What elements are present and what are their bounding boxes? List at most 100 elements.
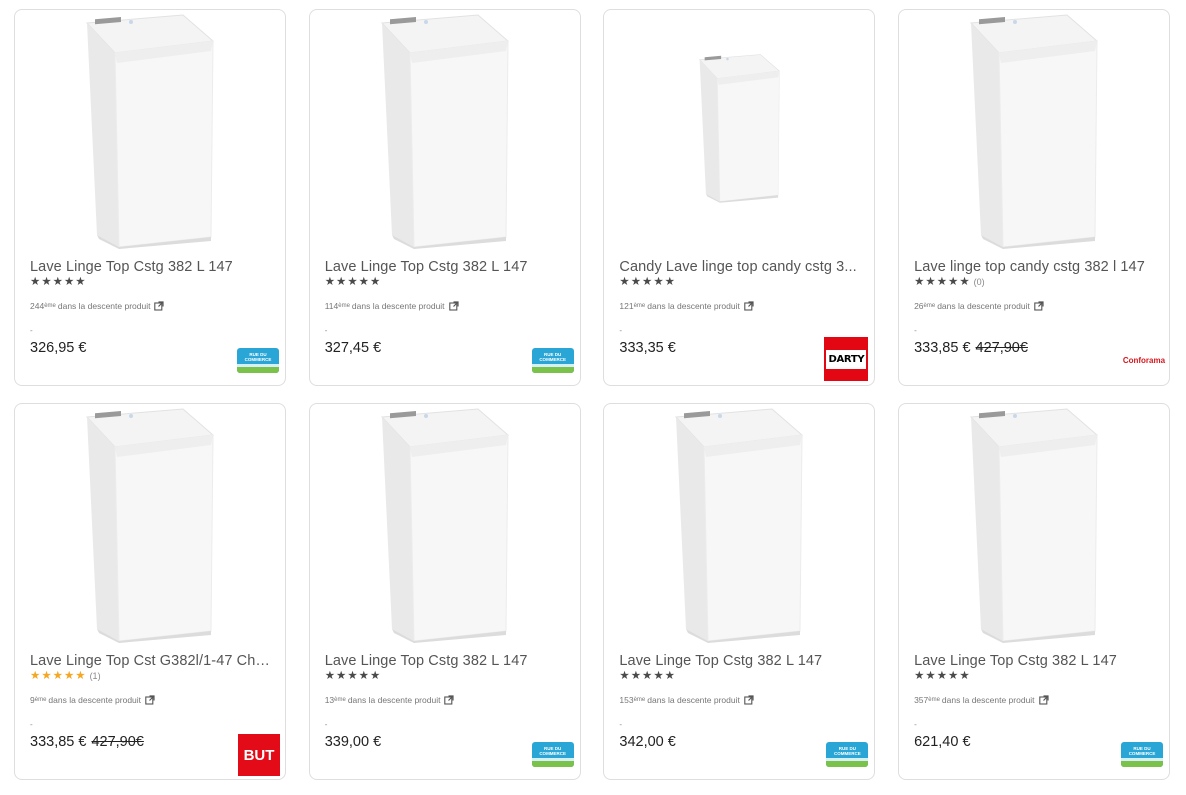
star-icon: ★ xyxy=(336,276,347,288)
product-title[interactable]: Lave Linge Top Cstg 382 L 147 xyxy=(325,259,570,275)
star-icon: ★ xyxy=(52,670,63,682)
external-link-icon[interactable] xyxy=(444,695,455,705)
rank-suffix: ème xyxy=(923,303,936,309)
product-title[interactable]: Lave Linge Top Cstg 382 L 147 xyxy=(914,653,1159,669)
price-row: 327,45 € xyxy=(325,340,381,356)
star-icon: ★ xyxy=(619,670,630,682)
rating-stars: ★ ★ ★ ★ ★ xyxy=(914,670,970,682)
star-icon: ★ xyxy=(63,670,75,682)
rank-number: 114 xyxy=(324,301,339,311)
product-rank[interactable]: 9 ème dans la descente produit xyxy=(30,695,155,705)
rating-stars: ★ ★ ★ ★ ★ xyxy=(619,670,675,682)
product-card[interactable]: Lave Linge Top Cstg 382 L 147 ★ ★ ★ ★ ★ 13 èm… xyxy=(308,403,581,780)
star-icon: ★ xyxy=(369,276,381,288)
product-image[interactable] xyxy=(15,404,285,649)
product-rank[interactable]: 114 ème dans la descente produit xyxy=(325,301,459,311)
product-price: 339,00 € xyxy=(324,734,382,750)
merchant-logo-but[interactable]: BUT xyxy=(238,734,280,776)
external-link-icon[interactable] xyxy=(154,301,165,311)
product-image[interactable] xyxy=(899,10,1169,255)
product-card[interactable]: Lave Linge Top Cst G382l/1-47 Cha... ★ ★ ★… xyxy=(14,403,286,780)
star-icon: ★ xyxy=(959,670,970,682)
star-icon: ★ xyxy=(653,276,664,288)
product-card[interactable]: Lave Linge Top Cstg 382 L 147 ★ ★ ★ ★ ★ 153 è… xyxy=(603,403,876,780)
product-image[interactable] xyxy=(15,10,285,255)
merchant-logo-rue-du-commerce[interactable]: RUE DU COMMERCE xyxy=(826,742,869,767)
star-icon: ★ xyxy=(30,276,41,288)
star-icon: ★ xyxy=(41,670,52,682)
washing-machine-image xyxy=(970,408,1098,643)
old-price: 427,90€ xyxy=(91,734,144,750)
product-title[interactable]: Candy Lave linge top candy cstg 3... xyxy=(619,259,864,275)
star-icon: ★ xyxy=(925,276,936,288)
star-icon: ★ xyxy=(63,276,75,288)
product-card[interactable]: Candy Lave linge top candy cstg 3... ★ ★ ★… xyxy=(603,9,876,386)
product-title[interactable]: Lave Linge Top Cst G382l/1-47 Cha... xyxy=(30,653,275,669)
separator-dash: - xyxy=(30,326,33,335)
rank-suffix: ème xyxy=(338,303,350,309)
product-title[interactable]: Lave linge top candy cstg 382 l 147 xyxy=(914,259,1159,275)
merchant-logo-rue-du-commerce[interactable]: RUE DU COMMERCE xyxy=(531,348,574,373)
product-rank[interactable]: 357 ème dans la descente produit xyxy=(914,695,1049,705)
price-row: 326,95 € xyxy=(30,340,86,356)
external-link-icon[interactable] xyxy=(1038,695,1049,705)
star-icon: ★ xyxy=(347,276,358,288)
product-image[interactable] xyxy=(310,10,580,255)
washing-machine-image xyxy=(86,408,214,643)
product-price: 333,35 € xyxy=(619,340,676,356)
price-row: 621,40 € xyxy=(914,734,970,750)
product-price: 342,00 € xyxy=(619,734,676,750)
old-price: 427,90€ xyxy=(975,340,1028,356)
product-image[interactable] xyxy=(310,404,580,649)
separator-dash: - xyxy=(914,720,917,729)
external-link-icon[interactable] xyxy=(145,695,155,705)
product-title[interactable]: Lave Linge Top Cstg 382 L 147 xyxy=(325,653,570,669)
product-image[interactable] xyxy=(604,10,874,255)
price-row: 333,85 € 427,90€ xyxy=(30,734,144,750)
washing-machine-image xyxy=(381,408,509,643)
separator-dash: - xyxy=(619,720,623,729)
product-card[interactable]: Lave Linge Top Cstg 382 L 147 ★ ★ ★ ★ ★ 114 è… xyxy=(308,9,581,386)
merchant-logo-rue-du-commerce[interactable]: RUE DU COMMERCE xyxy=(1121,742,1164,767)
separator-dash: - xyxy=(324,326,328,335)
star-icon: ★ xyxy=(347,670,358,682)
product-image[interactable] xyxy=(604,404,874,649)
product-rank[interactable]: 153 ème dans la descente produit xyxy=(619,695,754,705)
product-title[interactable]: Lave Linge Top Cstg 382 L 147 xyxy=(619,653,864,669)
merchant-name: DARTY xyxy=(826,349,867,369)
product-card[interactable]: Lave Linge Top Cstg 382 L 147 ★ ★ ★ ★ ★ 244 è… xyxy=(14,9,286,386)
rank-number: 357 xyxy=(914,695,929,705)
external-link-icon[interactable] xyxy=(448,301,459,311)
star-icon: ★ xyxy=(619,276,630,288)
product-grid: Lave Linge Top Cstg 382 L 147 ★ ★ ★ ★ ★ 244 è… xyxy=(14,9,1171,780)
product-price: 621,40 € xyxy=(914,734,971,750)
product-title[interactable]: Lave Linge Top Cstg 382 L 147 xyxy=(30,259,275,275)
product-rank[interactable]: 244 ème dans la descente produit xyxy=(30,301,165,311)
rank-text: dans la descente produit xyxy=(647,695,740,705)
product-image[interactable] xyxy=(899,404,1169,649)
external-link-icon[interactable] xyxy=(1034,301,1044,311)
merchant-logo-rue-du-commerce[interactable]: RUE DU COMMERCE xyxy=(237,348,279,373)
product-rank[interactable]: 13 ème dans la descente produit xyxy=(325,695,455,705)
star-icon: ★ xyxy=(41,276,52,288)
external-link-icon[interactable] xyxy=(744,695,754,705)
star-icon: ★ xyxy=(914,276,925,288)
star-icon: ★ xyxy=(664,670,675,682)
product-card[interactable]: Lave Linge Top Cstg 382 L 147 ★ ★ ★ ★ ★ 357 è… xyxy=(898,403,1171,780)
external-link-icon[interactable] xyxy=(744,301,754,311)
product-rank[interactable]: 121 ème dans la descente produit xyxy=(619,301,754,311)
star-icon: ★ xyxy=(959,276,970,288)
rank-text: dans la descente produit xyxy=(48,695,142,705)
merchant-logo-rue-du-commerce[interactable]: RUE DU COMMERCE xyxy=(531,742,574,767)
product-card[interactable]: Lave linge top candy cstg 382 l 147 ★ ★ ★ ★… xyxy=(898,9,1171,386)
merchant-logo-darty[interactable]: DARTY xyxy=(824,337,869,381)
merchant-logo-conforama[interactable]: Conforama xyxy=(1123,356,1165,365)
star-icon: ★ xyxy=(653,670,664,682)
separator-dash: - xyxy=(914,326,917,335)
rank-suffix: ème xyxy=(34,697,47,703)
rank-suffix: ème xyxy=(633,697,646,703)
star-icon: ★ xyxy=(324,670,335,682)
product-rank[interactable]: 26 ème dans la descente produit xyxy=(914,301,1044,311)
star-icon: ★ xyxy=(914,670,925,682)
price-row: 339,00 € xyxy=(325,734,381,750)
